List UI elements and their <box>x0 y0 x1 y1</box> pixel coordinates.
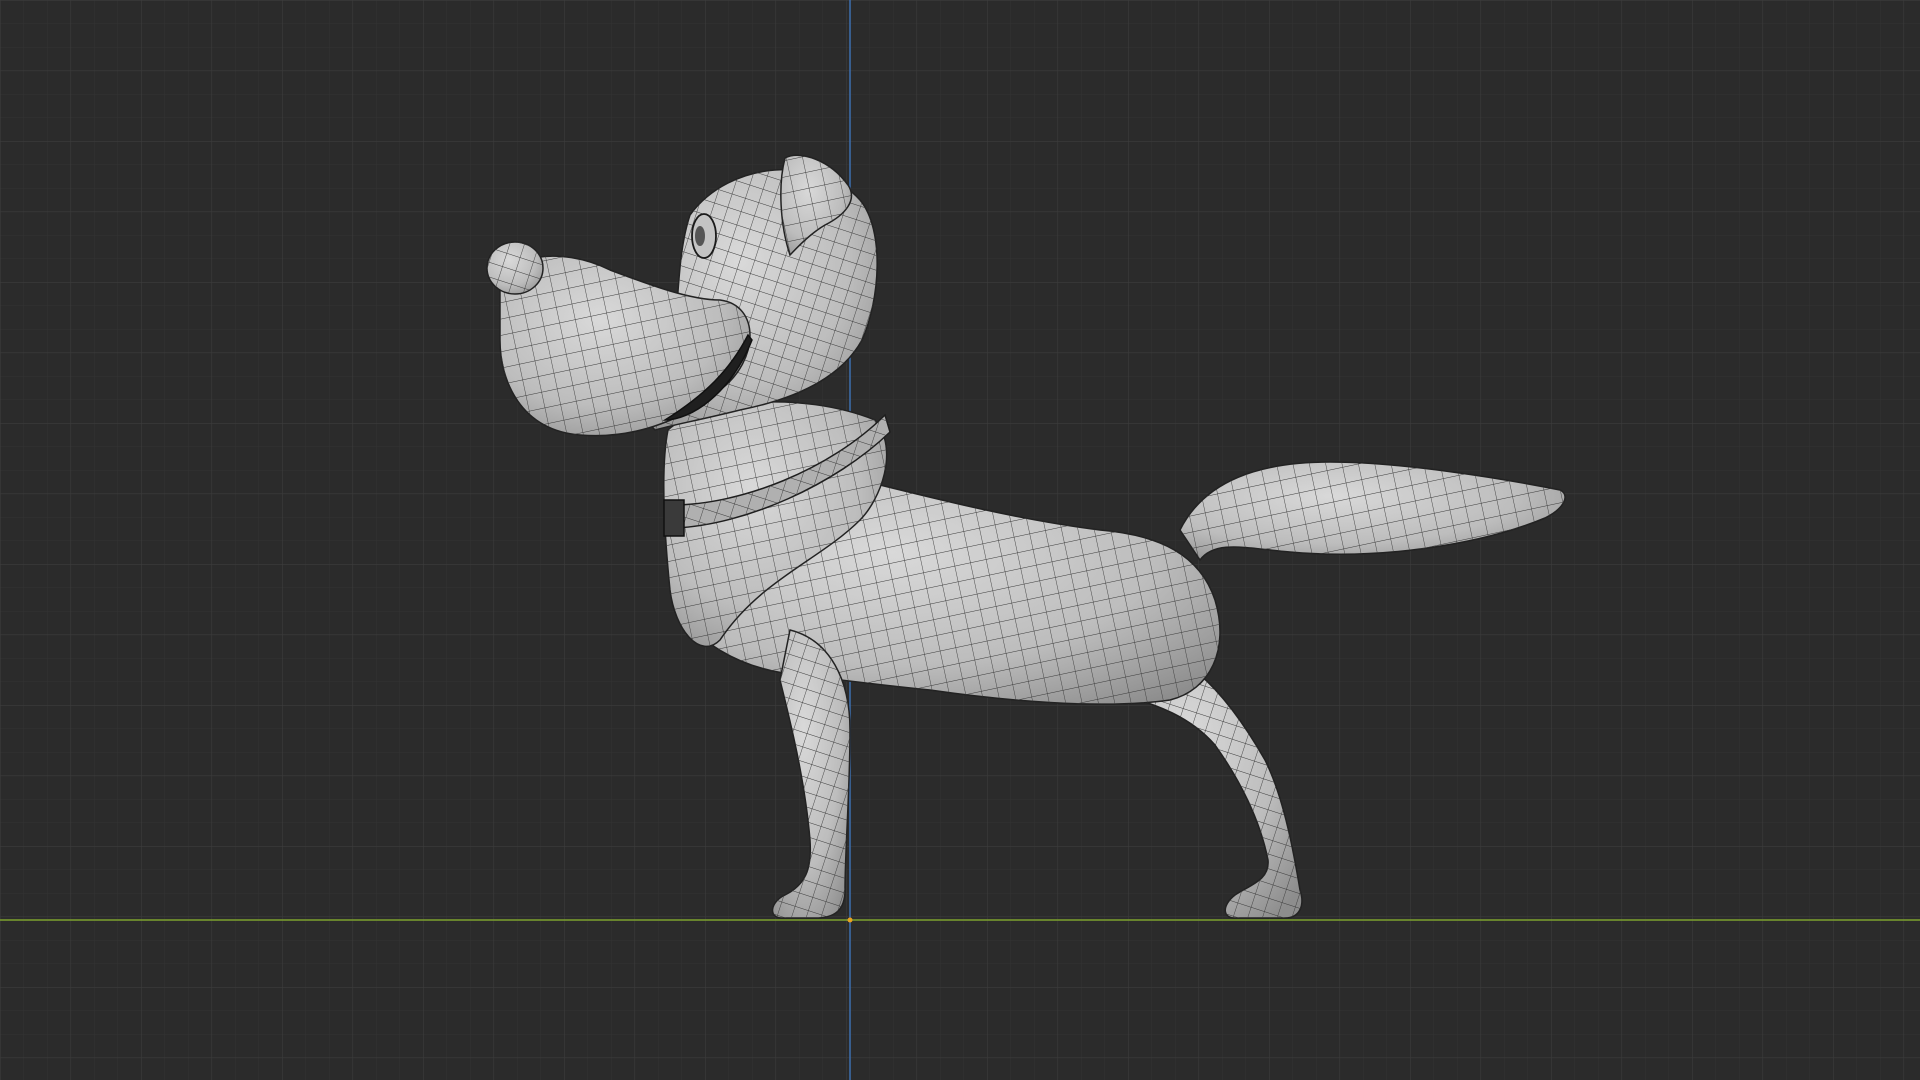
dog-eye <box>691 213 717 259</box>
origin-marker <box>847 917 853 923</box>
viewport-canvas[interactable] <box>0 0 1920 1080</box>
collar-buckle <box>663 499 685 537</box>
3d-viewport[interactable] <box>0 0 1920 1080</box>
dog-nose <box>486 241 544 295</box>
